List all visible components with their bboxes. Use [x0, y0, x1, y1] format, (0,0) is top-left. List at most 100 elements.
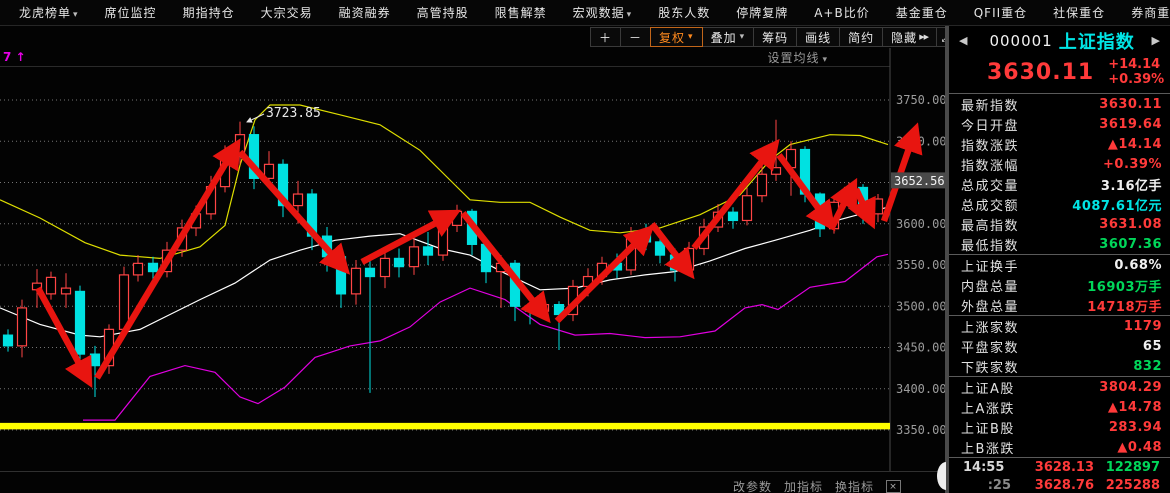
price-change-pct: +0.39%: [1108, 72, 1164, 87]
stat-group: 上证换手 0.68% 内盘总量 16903万手外盘总量 14718万手: [949, 254, 1170, 315]
stat-row-上涨家数: 上涨家数 1179: [949, 316, 1170, 336]
tick-list: 14:553628.13122897:253628.76225288: [949, 457, 1170, 493]
stat-label: 上证换手: [961, 256, 1019, 275]
svg-text:3500.00: 3500.00: [896, 299, 947, 313]
tick-cell: 3628.76: [1011, 478, 1094, 493]
stat-value: 832: [1133, 359, 1162, 374]
stat-row-上A涨跌: 上A涨跌 ▲14.78: [949, 397, 1170, 417]
stat-groups: 最新指数 3630.11 今日开盘 3619.64 指数涨跌 ▲14.14 指数涨幅 +0.3…: [949, 93, 1170, 457]
last-price-row: 3630.11 +14.14 +0.39%: [949, 55, 1170, 93]
stat-row-最低指数: 最低指数 3607.36: [949, 234, 1170, 254]
stat-value: 3.16亿手: [1101, 175, 1162, 194]
price-change: +14.14: [1108, 57, 1164, 72]
stat-row-平盘家数: 平盘家数 65: [949, 336, 1170, 356]
svg-text:3600.00: 3600.00: [896, 217, 947, 231]
stat-label: 最新指数: [961, 95, 1019, 114]
menu-item-券商重仓[interactable]: 券商重仓: [1118, 4, 1170, 21]
tick-cell: :25: [963, 478, 1011, 493]
stat-value: 283.94: [1109, 420, 1162, 435]
menu-item-QFII重仓[interactable]: QFII重仓: [961, 4, 1040, 21]
quote-panel: ◀ 000001 上证指数 ▶ 3630.11 +14.14 +0.39% 最新…: [949, 26, 1170, 493]
change-params-link[interactable]: 改参数: [733, 478, 772, 493]
stat-row-最高指数: 最高指数 3631.08: [949, 214, 1170, 234]
prev-stock-arrow[interactable]: ◀: [959, 34, 967, 47]
kline-chart[interactable]: 3750.003700.003650.003600.003550.003500.…: [0, 0, 948, 493]
svg-text:3652.56: 3652.56: [894, 174, 945, 188]
stat-row-内盘总量: 内盘总量 16903万手: [949, 275, 1170, 295]
stat-label: 内盘总量: [961, 276, 1019, 295]
stat-row-指数涨幅: 指数涨幅 +0.39%: [949, 154, 1170, 174]
stat-row-总成交额: 总成交额 4087.61亿元: [949, 194, 1170, 214]
stat-value: 14718万手: [1087, 296, 1162, 315]
stat-label: 上涨家数: [961, 317, 1019, 336]
stat-value: 3619.64: [1099, 117, 1162, 132]
menu-item-社保重仓[interactable]: 社保重仓: [1040, 4, 1118, 21]
stat-label: 最低指数: [961, 235, 1019, 254]
tick-cell: 14:55: [963, 460, 1011, 475]
stock-app-window: 龙虎榜单▾席位监控期指持仓大宗交易融资融券高管持股限售解禁宏观数据▾股东人数停牌…: [0, 0, 1170, 493]
stat-value: ▲0.48: [1117, 440, 1162, 455]
stat-label: 下跌家数: [961, 357, 1019, 376]
svg-text:3450.00: 3450.00: [896, 341, 947, 355]
stat-row-上证A股: 上证A股 3804.29: [949, 377, 1170, 397]
stat-value: 3630.11: [1099, 97, 1162, 112]
stat-group: 上涨家数 1179 平盘家数 65 下跌家数 832: [949, 315, 1170, 376]
stat-value: ▲14.78: [1108, 400, 1162, 415]
stat-row-上证换手: 上证换手 0.68%: [949, 255, 1170, 275]
stat-value: 3804.29: [1099, 380, 1162, 395]
quote-panel-header: ◀ 000001 上证指数 ▶: [949, 26, 1170, 55]
svg-text:3700.00: 3700.00: [896, 134, 947, 148]
close-indicator-icon[interactable]: ×: [886, 480, 901, 493]
stat-row-外盘总量: 外盘总量 14718万手: [949, 295, 1170, 315]
tick-row: :253628.76225288: [949, 476, 1170, 493]
stat-group: 最新指数 3630.11 今日开盘 3619.64 指数涨跌 ▲14.14 指数涨幅 +0.3…: [949, 93, 1170, 254]
stat-label: 最高指数: [961, 215, 1019, 234]
chevron-down-icon: ▾: [688, 32, 694, 42]
stat-value: 4087.61亿元: [1072, 195, 1162, 214]
stat-value: 16903万手: [1087, 276, 1162, 295]
tick-cell: 122897: [1094, 460, 1160, 475]
next-stock-arrow[interactable]: ▶: [1152, 34, 1160, 47]
stat-label: 总成交量: [961, 175, 1019, 194]
stock-code: 000001: [989, 32, 1052, 50]
stat-row-上证B股: 上证B股 283.94: [949, 417, 1170, 437]
stat-label: 外盘总量: [961, 296, 1019, 315]
stat-label: 指数涨跌: [961, 135, 1019, 154]
stat-label: 上A涨跌: [961, 398, 1015, 417]
fuquan-button[interactable]: 复权▾: [650, 27, 703, 47]
switch-indicator-link[interactable]: 换指标: [835, 478, 874, 493]
stat-label: 平盘家数: [961, 337, 1019, 356]
svg-text:3723.85: 3723.85: [266, 106, 321, 121]
svg-text:3750.00: 3750.00: [896, 93, 947, 107]
stat-row-下跌家数: 下跌家数 832: [949, 356, 1170, 376]
stat-value: ▲14.14: [1108, 137, 1162, 152]
stat-label: 上B涨跌: [961, 438, 1015, 457]
stat-group: 上证A股 3804.29 上A涨跌 ▲14.78 上证B股 283.94 上B涨跌 ▲0.48: [949, 376, 1170, 457]
indicator-footer: 改参数 加指标 换指标 ×: [733, 478, 901, 493]
svg-text:3400.00: 3400.00: [896, 382, 947, 396]
stat-label: 上证B股: [961, 418, 1015, 437]
last-price: 3630.11: [987, 60, 1094, 85]
stat-value: +0.39%: [1103, 157, 1162, 172]
add-indicator-link[interactable]: 加指标: [784, 478, 823, 493]
tick-row: 14:553628.13122897: [949, 458, 1170, 476]
stat-label: 总成交额: [961, 195, 1019, 214]
svg-text:3350.00: 3350.00: [896, 423, 947, 437]
stat-label: 指数涨幅: [961, 155, 1019, 174]
stat-value: 65: [1143, 339, 1162, 354]
stat-value: 0.68%: [1114, 258, 1162, 273]
stock-name: 上证指数: [1059, 28, 1135, 54]
tick-cell: 225288: [1094, 478, 1160, 493]
stat-row-总成交量: 总成交量 3.16亿手: [949, 174, 1170, 194]
stat-label: 上证A股: [961, 378, 1015, 397]
svg-text:3550.00: 3550.00: [896, 258, 947, 272]
tick-cell: 3628.13: [1011, 460, 1094, 475]
stat-row-指数涨跌: 指数涨跌 ▲14.14: [949, 134, 1170, 154]
stat-row-今日开盘: 今日开盘 3619.64: [949, 114, 1170, 134]
stat-value: 1179: [1124, 319, 1162, 334]
stat-label: 今日开盘: [961, 115, 1019, 134]
stat-row-最新指数: 最新指数 3630.11: [949, 94, 1170, 114]
stat-row-上B涨跌: 上B涨跌 ▲0.48: [949, 437, 1170, 457]
stat-value: 3631.08: [1099, 217, 1162, 232]
stat-value: 3607.36: [1099, 237, 1162, 252]
